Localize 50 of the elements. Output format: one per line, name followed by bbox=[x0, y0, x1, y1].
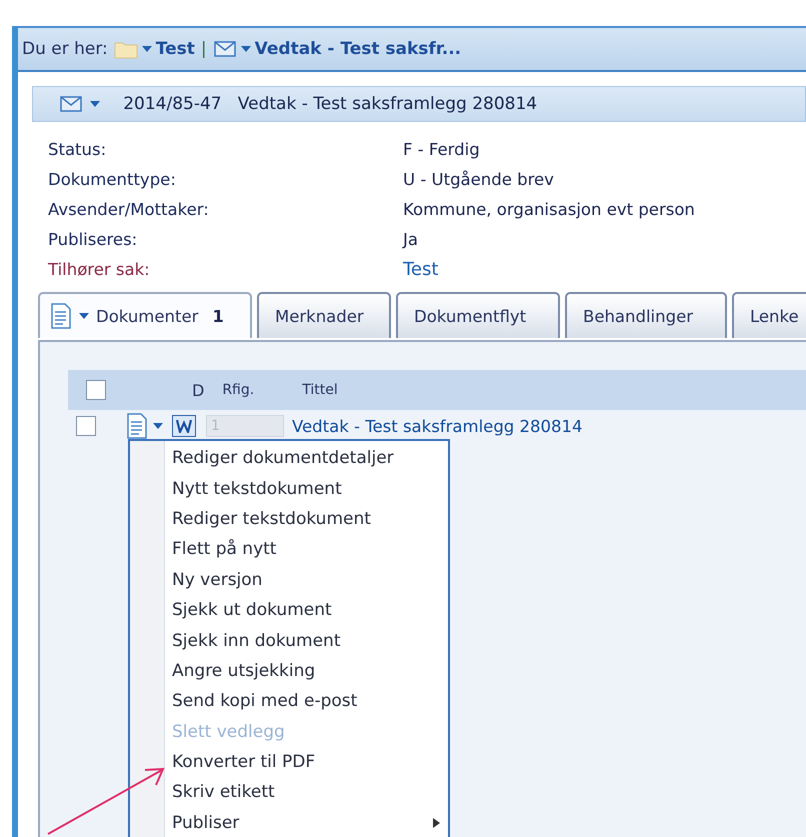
breadcrumb-link[interactable]: Vedtak - Test saksfr... bbox=[254, 39, 462, 59]
field-label: Status: bbox=[48, 140, 108, 158]
caret-icon[interactable] bbox=[140, 45, 153, 53]
column-header: Tittel bbox=[302, 382, 338, 398]
checkbox[interactable] bbox=[76, 416, 96, 436]
menu-item[interactable]: Sjekk ut dokument bbox=[130, 594, 448, 626]
field-label: Avsender/Mottaker: bbox=[48, 200, 210, 218]
column-header: D bbox=[192, 380, 204, 400]
field-value: U - Utgående brev bbox=[403, 170, 555, 188]
breadcrumb-separator: | bbox=[200, 39, 207, 59]
field-value: Kommune, organisasjon evt person bbox=[403, 200, 696, 218]
menu-item[interactable]: Sjekk inn dokument bbox=[130, 625, 448, 656]
caret-icon[interactable] bbox=[152, 422, 164, 430]
menu-item[interactable]: Skriv etikett bbox=[130, 777, 448, 808]
document-icon[interactable] bbox=[50, 303, 72, 329]
word-file-icon bbox=[172, 415, 196, 437]
menu-item[interactable]: Flett på nytt bbox=[130, 534, 448, 565]
tab[interactable]: Behandlinger bbox=[565, 292, 727, 338]
record-title: 2014/85-47 Vedtak - Test saksframlegg 280814 bbox=[122, 94, 538, 114]
menu-item[interactable]: Ny versjon bbox=[130, 564, 448, 595]
envelope-icon bbox=[212, 39, 237, 59]
envelope-icon bbox=[59, 94, 83, 114]
field-value: Ja bbox=[403, 230, 419, 248]
caret-icon[interactable] bbox=[78, 312, 90, 320]
tab[interactable]: Dokumentflyt bbox=[396, 292, 560, 338]
menu-item[interactable]: Rediger tekstdokument bbox=[130, 504, 448, 534]
menu-item[interactable]: Nytt tekstdokument bbox=[130, 473, 448, 504]
tab[interactable]: Lenke bbox=[732, 292, 806, 338]
field-label: Tilhører sak: bbox=[48, 260, 151, 278]
case-link[interactable]: Test bbox=[403, 258, 806, 280]
breadcrumb-label: Du er her: bbox=[22, 39, 108, 59]
submenu-arrow-icon bbox=[433, 818, 440, 828]
menu-item[interactable]: Send kopi med e-post bbox=[130, 686, 448, 717]
breadcrumb-link[interactable]: Test bbox=[156, 39, 195, 59]
checkbox[interactable] bbox=[86, 380, 106, 400]
field-value: F - Ferdig bbox=[403, 140, 481, 158]
caret-icon[interactable] bbox=[89, 100, 101, 108]
menu-item[interactable]: Konverter til PDF bbox=[130, 746, 448, 778]
caret-icon[interactable] bbox=[240, 45, 252, 53]
column-header: Rfig. bbox=[222, 382, 254, 398]
menu-item[interactable]: Rediger dokumentdetaljer bbox=[130, 443, 448, 474]
field-label: Publiseres: bbox=[48, 230, 138, 248]
menu-item[interactable]: Angre utsjekking bbox=[130, 656, 448, 686]
document-icon[interactable] bbox=[126, 413, 148, 439]
menu-item[interactable]: Publiser bbox=[130, 808, 448, 837]
field-label: Dokumenttype: bbox=[48, 170, 177, 188]
document-title-link[interactable]: Vedtak - Test saksframlegg 280814 bbox=[292, 416, 582, 436]
tab-count: 1 bbox=[212, 306, 224, 326]
tab[interactable]: Merknader bbox=[257, 292, 391, 338]
tab[interactable]: Dokumenter 1 bbox=[38, 292, 252, 338]
